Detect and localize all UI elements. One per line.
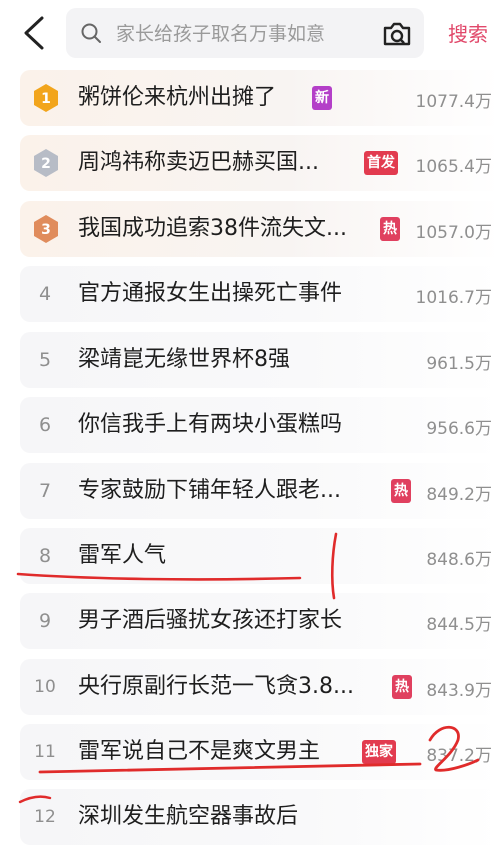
rank-number: 1 [41,91,51,107]
rank-number: 2 [41,156,51,172]
hot-badge: 热 [391,479,411,503]
rank-number: 11 [34,742,56,762]
heat-count: 1065.4万 [415,157,492,177]
heat-count: 837.2万 [426,746,492,766]
rank-number: 9 [38,610,52,632]
rank-number: 10 [34,677,56,697]
heat-count: 849.2万 [426,485,492,505]
item-title: 雷军人气 [78,543,167,568]
heat-count: 956.6万 [426,419,492,439]
rank-number: 3 [41,222,51,238]
item-title: 粥饼伦来杭州出摊了 [78,85,277,110]
silver-medal-icon: 2 [34,149,58,177]
list-item[interactable]: 1 粥饼伦来杭州出摊了 新 1077.4万 [20,70,500,126]
top-bar: 搜索 [0,0,500,66]
search-box[interactable] [66,8,424,58]
first-badge: 首发 [364,151,398,175]
heat-count: 1016.7万 [415,288,492,308]
back-arrow-icon[interactable] [18,14,52,52]
list-item[interactable]: 12 深圳发生航空器事故后 [20,789,500,845]
item-title: 专家鼓励下铺年轻人跟老... [78,478,341,503]
heat-count: 1057.0万 [415,223,492,243]
list-item[interactable]: 2 周鸿祎称卖迈巴赫买国... 首发 1065.4万 [20,135,500,191]
item-title: 你信我手上有两块小蛋糕吗 [78,412,343,437]
list-item[interactable]: 3 我国成功追索38件流失文... 热 1057.0万 [20,201,500,257]
search-input[interactable] [114,18,378,50]
item-title: 男子酒后骚扰女孩还打家长 [78,608,343,633]
list-item[interactable]: 4 官方通报女生出操死亡事件 1016.7万 [20,266,500,322]
rank-number: 8 [38,545,52,567]
item-title: 深圳发生航空器事故后 [78,804,299,829]
search-icon [81,23,101,43]
item-title: 周鸿祎称卖迈巴赫买国... [78,150,319,175]
camera-scan-icon[interactable] [381,20,413,48]
heat-count: 843.9万 [426,681,492,701]
new-badge: 新 [312,86,332,110]
bronze-medal-icon: 3 [34,215,58,243]
exclusive-badge: 独家 [362,740,396,764]
gold-medal-icon: 1 [34,84,58,112]
item-title: 官方通报女生出操死亡事件 [78,281,343,306]
rank-number: 5 [38,349,52,371]
list-item[interactable]: 10 央行原副行长范一飞贪3.8... 热 843.9万 [20,659,500,715]
heat-count: 844.5万 [426,615,492,635]
list-item[interactable]: 5 梁靖崑无缘世界杯8强 961.5万 [20,332,500,388]
heat-count: 1077.4万 [415,92,492,112]
heat-count: 961.5万 [426,354,492,374]
list-item[interactable]: 6 你信我手上有两块小蛋糕吗 956.6万 [20,397,500,453]
list-item[interactable]: 9 男子酒后骚扰女孩还打家长 844.5万 [20,593,500,649]
heat-count: 848.6万 [426,550,492,570]
rank-number: 6 [38,414,52,436]
rank-number: 7 [38,480,52,502]
item-title: 我国成功追索38件流失文... [78,216,347,241]
item-title: 央行原副行长范一飞贪3.8... [78,674,354,699]
rank-number: 4 [38,283,52,305]
hot-badge: 热 [392,675,412,699]
item-title: 雷军说自己不是爽文男主 [78,739,321,764]
search-button[interactable]: 搜索 [448,18,488,47]
item-title: 梁靖崑无缘世界杯8强 [78,347,290,372]
list-item[interactable]: 7 专家鼓励下铺年轻人跟老... 热 849.2万 [20,463,500,519]
list-item[interactable]: 11 雷军说自己不是爽文男主 独家 837.2万 [20,724,500,780]
hot-badge: 热 [380,217,400,241]
list-item[interactable]: 8 雷军人气 848.6万 [20,528,500,584]
